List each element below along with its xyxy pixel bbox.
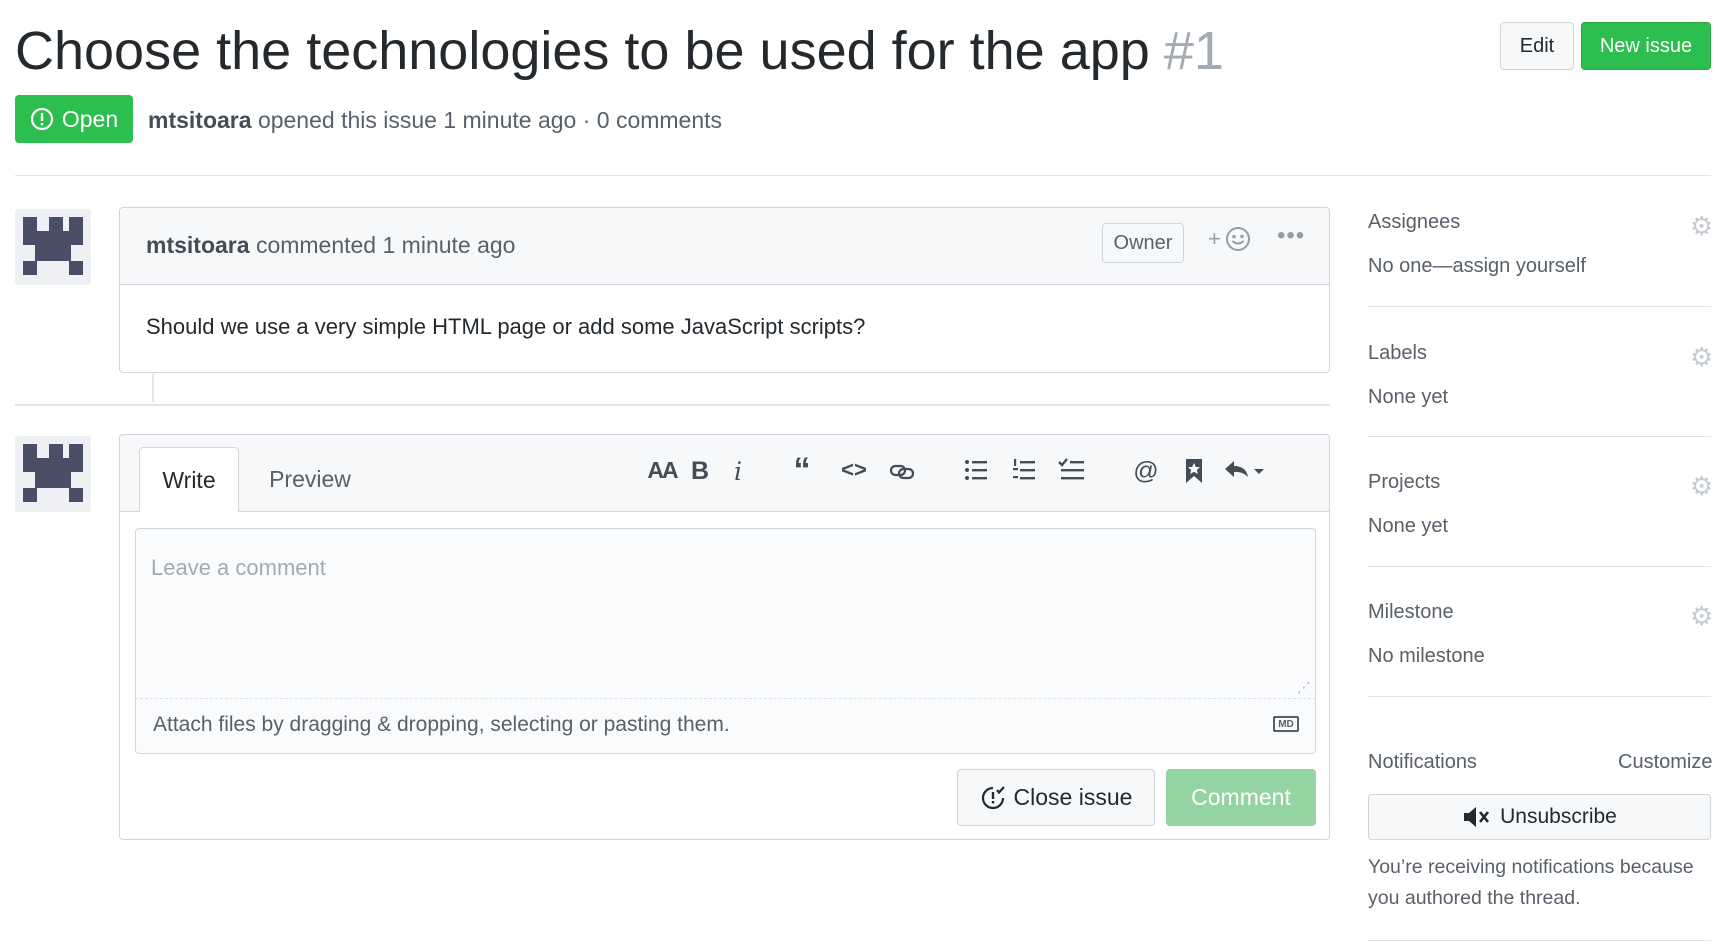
close-issue-label: Close issue bbox=[1013, 784, 1133, 810]
issue-opened-text: opened this issue 1 minute ago · 0 comme… bbox=[257, 107, 723, 133]
reply-icon[interactable] bbox=[1220, 457, 1268, 490]
milestone-heading[interactable]: Milestone bbox=[1368, 601, 1454, 624]
header-divider bbox=[15, 175, 1711, 176]
notification-reason: You’re receiving notifications because y… bbox=[1368, 856, 1694, 909]
assignees-value[interactable]: No one—assign yourself bbox=[1368, 255, 1586, 278]
comment-box: mtsitoara commented 1 minute ago Owner +… bbox=[119, 207, 1330, 373]
labels-value: None yet bbox=[1368, 386, 1449, 408]
mention-icon[interactable]: @ bbox=[1128, 457, 1164, 486]
issue-opened-icon bbox=[30, 107, 53, 131]
issue-author-link[interactable]: mtsitoara bbox=[148, 107, 252, 133]
labels-gear-icon[interactable]: ⚙ bbox=[1690, 344, 1713, 370]
resize-grip-icon[interactable]: ⋰ bbox=[1297, 679, 1311, 696]
labels-heading[interactable]: Labels bbox=[1368, 342, 1427, 365]
sidebar-divider bbox=[1368, 436, 1711, 437]
sidebar-divider bbox=[1368, 306, 1711, 307]
edit-button[interactable]: Edit bbox=[1500, 22, 1574, 70]
avatar[interactable] bbox=[15, 209, 91, 285]
comment-action-text: commented 1 minute ago bbox=[255, 232, 516, 258]
new-comment-form: Write Preview AA B i “ <> @ Leave a comm… bbox=[119, 434, 1330, 840]
mute-icon bbox=[1464, 807, 1490, 827]
smiley-icon bbox=[1225, 227, 1250, 251]
projects-gear-icon[interactable]: ⚙ bbox=[1690, 473, 1713, 499]
issue-number: #1 bbox=[1163, 21, 1224, 81]
unsubscribe-button[interactable]: Unsubscribe bbox=[1368, 794, 1711, 840]
add-reaction-button[interactable]: + bbox=[1208, 226, 1251, 252]
sidebar-divider bbox=[1368, 940, 1711, 941]
italic-icon[interactable]: i bbox=[720, 457, 756, 486]
new-issue-button[interactable]: New issue bbox=[1581, 22, 1711, 70]
issue-closed-icon bbox=[981, 785, 1005, 809]
comment-body: Should we use a very simple HTML page or… bbox=[146, 314, 866, 339]
task-list-icon[interactable] bbox=[1054, 457, 1090, 490]
reference-icon[interactable] bbox=[1176, 457, 1212, 492]
sidebar-divider bbox=[1368, 696, 1711, 697]
customize-link[interactable]: Customize bbox=[1618, 751, 1712, 774]
tab-preview[interactable]: Preview bbox=[250, 447, 370, 511]
assignees-gear-icon[interactable]: ⚙ bbox=[1690, 213, 1713, 239]
comment-placeholder: Leave a comment bbox=[151, 555, 326, 580]
numbered-list-icon[interactable] bbox=[1006, 457, 1042, 490]
bookmark-glyph bbox=[1186, 459, 1202, 483]
comment-header: mtsitoara commented 1 minute ago Owner +… bbox=[120, 208, 1329, 285]
bold-icon[interactable]: B bbox=[682, 457, 718, 486]
numbered-list-glyph bbox=[1013, 459, 1035, 480]
state-badge-open: Open bbox=[15, 95, 133, 143]
projects-value: None yet bbox=[1368, 515, 1449, 537]
timeline-connector bbox=[152, 374, 154, 402]
attach-files-text: Attach files by dragging & dropping, sel… bbox=[153, 713, 730, 736]
file-attach-area[interactable]: Attach files by dragging & dropping, sel… bbox=[135, 699, 1316, 754]
state-label: Open bbox=[61, 105, 119, 132]
timeline-divider bbox=[15, 404, 1330, 406]
code-icon[interactable]: <> bbox=[836, 457, 872, 483]
text-size-icon[interactable]: AA bbox=[644, 457, 680, 484]
unsubscribe-label: Unsubscribe bbox=[1500, 805, 1617, 828]
task-list-glyph bbox=[1058, 458, 1084, 480]
assignees-heading[interactable]: Assignees bbox=[1368, 211, 1460, 234]
tab-write[interactable]: Write bbox=[139, 447, 239, 512]
avatar[interactable] bbox=[15, 436, 91, 512]
milestone-value: No milestone bbox=[1368, 645, 1485, 667]
close-issue-button[interactable]: Close issue bbox=[957, 769, 1155, 826]
link-glyph bbox=[889, 464, 915, 480]
editor-toolbar: Write Preview AA B i “ <> @ bbox=[120, 435, 1329, 512]
bulleted-list-icon[interactable] bbox=[958, 457, 994, 490]
link-icon[interactable] bbox=[884, 457, 920, 492]
projects-heading[interactable]: Projects bbox=[1368, 471, 1440, 494]
milestone-gear-icon[interactable]: ⚙ bbox=[1690, 603, 1713, 629]
issue-title: Choose the technologies to be used for t… bbox=[15, 21, 1224, 81]
reply-arrow-glyph bbox=[1225, 461, 1264, 477]
owner-badge: Owner bbox=[1102, 223, 1184, 263]
issue-meta: mtsitoara opened this issue 1 minute ago… bbox=[148, 104, 722, 136]
comment-textarea[interactable]: Leave a comment ⋰ bbox=[135, 528, 1316, 699]
notifications-heading: Notifications bbox=[1368, 751, 1477, 773]
sidebar-divider bbox=[1368, 566, 1711, 567]
quote-icon[interactable]: “ bbox=[784, 451, 820, 490]
comment-button[interactable]: Comment bbox=[1166, 769, 1316, 826]
bulleted-list-glyph bbox=[965, 460, 987, 480]
markdown-icon[interactable]: MD bbox=[1273, 716, 1299, 732]
more-options-icon[interactable]: ••• bbox=[1277, 222, 1305, 250]
comment-author-link[interactable]: mtsitoara bbox=[146, 232, 250, 258]
